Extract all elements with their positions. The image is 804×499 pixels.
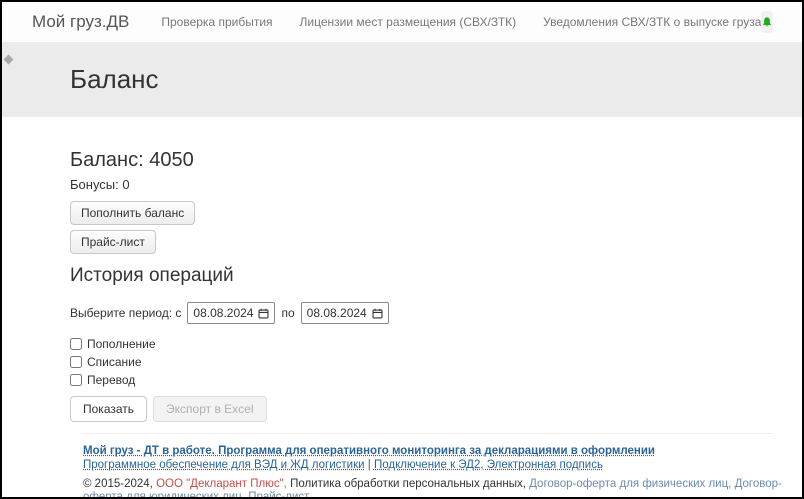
app-window: Мой груз.ДВ Проверка прибытия Лицензии м… xyxy=(0,0,804,499)
checkbox-writeoff-label: Списание xyxy=(87,355,142,369)
footer-pricelist-link[interactable]: Прайс-лист xyxy=(248,491,309,499)
brand-logo[interactable]: Мой груз.ДВ xyxy=(32,12,129,32)
balance-value: 4050 xyxy=(149,149,194,171)
history-title: История операций xyxy=(70,265,802,287)
checkbox-transfer-label: Перевод xyxy=(87,373,135,387)
footer-software-link[interactable]: Программное обеспечение для ВЭД и ЖД лог… xyxy=(83,459,365,471)
date-to-value: 08.08.2024 xyxy=(307,306,367,320)
bonus-label: Бонусы: xyxy=(70,177,119,192)
balance-label: Баланс: xyxy=(70,149,144,171)
main-content: Баланс: 4050 Бонусы: 0 Пополнить баланс … xyxy=(2,117,802,422)
filter-transfer-row: Перевод xyxy=(70,373,802,387)
bonus-line: Бонусы: 0 xyxy=(70,177,802,192)
footer-company-link[interactable]: ООО "Декларант Плюс", xyxy=(156,478,287,490)
pricelist-button[interactable]: Прайс-лист xyxy=(70,230,156,254)
checkbox-topup-label: Пополнение xyxy=(87,337,156,351)
date-to-input[interactable]: 08.08.2024 xyxy=(301,302,389,324)
footer-separator: | xyxy=(368,459,371,471)
date-from-value: 08.08.2024 xyxy=(193,306,253,320)
nav-item-notifications[interactable]: Уведомления СВХ/ЗТК о выпуске груза xyxy=(543,15,761,29)
filter-writeoff-row: Списание xyxy=(70,355,802,369)
footer: Мой груз - ДТ в работе. Программа для оп… xyxy=(2,445,802,499)
copyright-text: © 2015-2024, xyxy=(83,478,153,490)
export-excel-button[interactable]: Экспорт в Excel xyxy=(153,396,266,422)
page-title: Баланс xyxy=(2,43,802,95)
filter-topup-row: Пополнение xyxy=(70,337,802,351)
calendar-icon[interactable] xyxy=(372,308,383,319)
checkbox-transfer[interactable] xyxy=(70,374,82,386)
bonus-value: 0 xyxy=(122,177,129,192)
balance-line: Баланс: 4050 xyxy=(70,149,802,172)
bell-icon xyxy=(761,16,773,29)
date-from-input[interactable]: 08.08.2024 xyxy=(187,302,275,324)
notifications-bell-button[interactable] xyxy=(761,11,773,33)
checkbox-writeoff[interactable] xyxy=(70,356,82,368)
topup-balance-button[interactable]: Пополнить баланс xyxy=(70,201,195,225)
checkbox-topup[interactable] xyxy=(70,338,82,350)
show-button[interactable]: Показать xyxy=(70,396,147,422)
page-header-band: Баланс xyxy=(2,43,802,117)
calendar-icon[interactable] xyxy=(258,308,269,319)
top-navbar: Мой груз.ДВ Проверка прибытия Лицензии м… xyxy=(2,2,802,43)
privacy-policy-text: Политика обработки персональных данных, xyxy=(290,478,526,490)
period-row: Выберите период: с 08.08.2024 по 08.08.2… xyxy=(70,302,802,324)
nav-item-arrival-check[interactable]: Проверка прибытия xyxy=(161,15,272,29)
footer-promo-link[interactable]: Мой груз - ДТ в работе. Программа для оп… xyxy=(83,445,655,457)
period-to-label: по xyxy=(281,306,294,320)
nav-item-licenses[interactable]: Лицензии мест размещения (СВХ/ЗТК) xyxy=(300,15,517,29)
footer-offer-individuals-link[interactable]: Договор-оферта для физических лиц, xyxy=(529,478,731,490)
footer-ed2-link[interactable]: Подключение к ЭД2, Электронная подпись xyxy=(374,459,603,471)
period-label: Выберите период: с xyxy=(70,306,181,320)
nav-links: Проверка прибытия Лицензии мест размещен… xyxy=(161,15,761,29)
footer-divider xyxy=(82,433,772,434)
